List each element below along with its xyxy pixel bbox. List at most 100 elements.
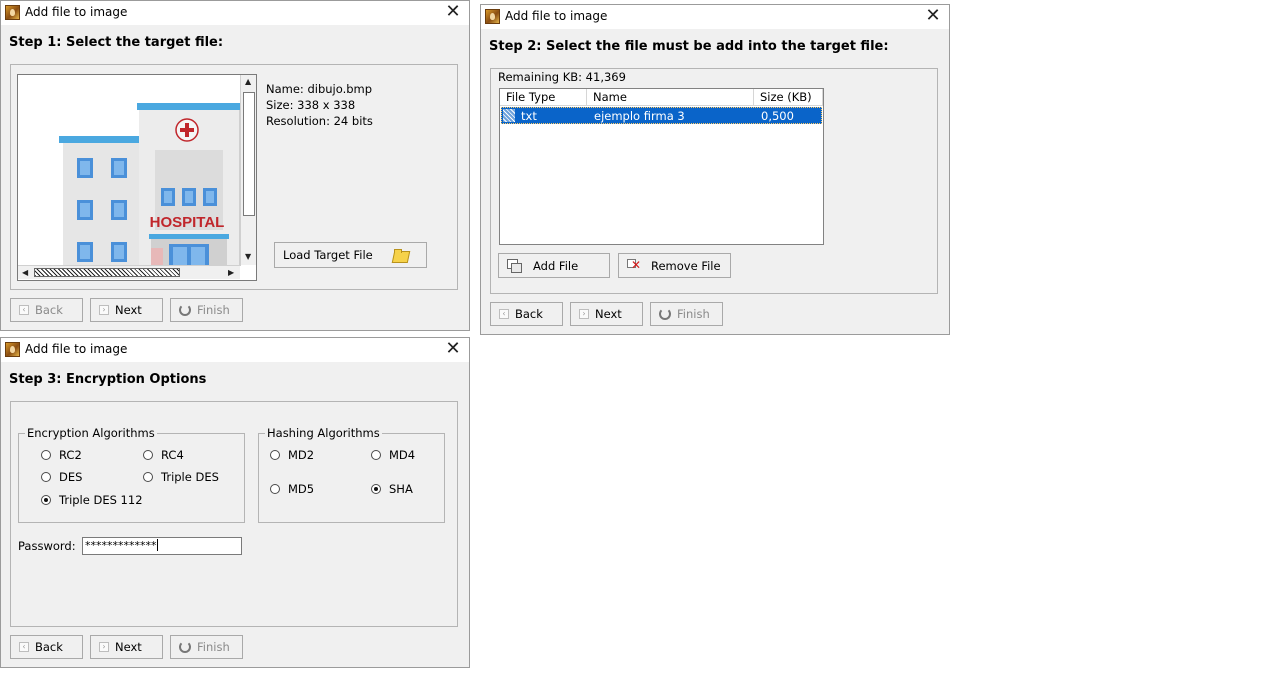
radio-circle-selected [41, 495, 51, 505]
hashing-algorithms-legend: Hashing Algorithms [267, 426, 380, 440]
window-title: Add file to image [25, 342, 128, 356]
radio-circle [41, 450, 51, 460]
finish-button[interactable]: Finish [170, 298, 243, 322]
next-arrow-icon: › [579, 309, 589, 319]
radio-label: SHA [389, 482, 413, 496]
finish-button[interactable]: Finish [170, 635, 243, 659]
load-target-file-button[interactable]: Load Target File [274, 242, 427, 268]
hospital-image: HOSPITAL [19, 76, 241, 266]
next-button[interactable]: › Next [90, 635, 163, 659]
next-button-label: Next [115, 303, 142, 317]
back-button[interactable]: ‹ Back [10, 635, 83, 659]
folder-icon [393, 249, 407, 261]
step-heading: Step 1: Select the target file: [9, 35, 224, 50]
refresh-icon [179, 641, 191, 653]
step-heading: Step 2: Select the file must be add into… [489, 39, 889, 54]
back-button[interactable]: ‹ Back [10, 298, 83, 322]
radio-circle [143, 450, 153, 460]
add-file-label: Add File [533, 258, 579, 273]
password-value: ************* [85, 539, 157, 552]
finish-button-label: Finish [677, 307, 710, 321]
radio-rc2[interactable]: RC2 [41, 448, 82, 462]
horizontal-scroll-thumb[interactable] [34, 268, 180, 277]
password-field[interactable]: ************* [82, 537, 242, 555]
file-type-icon [503, 109, 515, 122]
remove-file-button[interactable]: ✕ Remove File [618, 253, 731, 278]
next-arrow-icon: › [99, 642, 109, 652]
column-header-name[interactable]: Name [587, 89, 754, 106]
next-button[interactable]: › Next [90, 298, 163, 322]
step1-window: Add file to image ✕ Step 1: Select the t… [0, 0, 470, 331]
radio-circle [270, 484, 280, 494]
preview-horizontal-scrollbar[interactable]: ◀ ▶ [18, 265, 240, 279]
image-preview: HOSPITAL ▲ ▼ ◀ ▶ [17, 74, 257, 281]
radio-label: Triple DES [161, 470, 219, 484]
radio-md4[interactable]: MD4 [371, 448, 415, 462]
back-button-label: Back [35, 303, 63, 317]
radio-circle-selected [371, 484, 381, 494]
window-title: Add file to image [505, 9, 608, 23]
refresh-icon [179, 304, 191, 316]
title-bar: Add file to image ✕ [1, 338, 469, 362]
next-arrow-icon: › [99, 305, 109, 315]
column-header-file-type[interactable]: File Type [500, 89, 587, 106]
app-icon [485, 9, 500, 24]
radio-md5[interactable]: MD5 [270, 482, 314, 496]
add-file-button[interactable]: Add File [498, 253, 610, 278]
file-list[interactable]: File Type Name Size (KB) txt ejemplo fir… [499, 88, 824, 245]
row-file-type: txt [521, 109, 537, 123]
radio-circle [270, 450, 280, 460]
row-file-name: ejemplo firma 3 [594, 109, 685, 123]
back-arrow-icon: ‹ [499, 309, 509, 319]
step3-window: Add file to image ✕ Step 3: Encryption O… [0, 337, 470, 668]
radio-label: MD5 [288, 482, 315, 496]
step2-window: Add file to image ✕ Step 2: Select the f… [480, 4, 950, 335]
vertical-scroll-thumb[interactable] [243, 92, 255, 216]
radio-label: Triple DES 112 [59, 493, 143, 507]
next-button-label: Next [595, 307, 622, 321]
text-caret [156, 539, 158, 551]
radio-circle [371, 450, 381, 460]
close-icon[interactable]: ✕ [441, 1, 465, 24]
radio-rc4[interactable]: RC4 [143, 448, 184, 462]
encryption-algorithms-legend: Encryption Algorithms [27, 426, 155, 440]
radio-circle [143, 472, 153, 482]
radio-md2[interactable]: MD2 [270, 448, 314, 462]
back-button[interactable]: ‹ Back [490, 302, 563, 326]
radio-label: RC4 [161, 448, 184, 462]
back-arrow-icon: ‹ [19, 642, 29, 652]
radio-triple-des[interactable]: Triple DES [143, 470, 219, 484]
row-file-size: 0,500 [761, 109, 794, 123]
next-button-label: Next [115, 640, 142, 654]
back-button-label: Back [515, 307, 543, 321]
close-icon[interactable]: ✕ [441, 338, 465, 361]
app-icon [5, 5, 20, 20]
hospital-sign-text: HOSPITAL [150, 214, 225, 231]
close-icon[interactable]: ✕ [921, 5, 945, 28]
window-title: Add file to image [25, 5, 128, 19]
radio-triple-des-112[interactable]: Triple DES 112 [41, 493, 143, 507]
hashing-algorithms-group: Hashing Algorithms [258, 426, 445, 523]
preview-vertical-scrollbar[interactable]: ▲ ▼ [240, 75, 256, 265]
table-row[interactable]: txt ejemplo firma 3 0,500 [501, 107, 822, 124]
back-button-label: Back [35, 640, 63, 654]
password-label: Password: [18, 539, 76, 553]
column-header-size[interactable]: Size (KB) [754, 89, 823, 106]
file-resolution-label: Resolution: 24 bits [266, 114, 373, 128]
remove-file-label: Remove File [651, 258, 721, 273]
title-bar: Add file to image ✕ [1, 1, 469, 25]
radio-circle [41, 472, 51, 482]
radio-label: MD4 [389, 448, 416, 462]
finish-button-label: Finish [197, 640, 230, 654]
title-bar: Add file to image ✕ [481, 5, 949, 29]
radio-des[interactable]: DES [41, 470, 82, 484]
radio-sha[interactable]: SHA [371, 482, 413, 496]
file-size-label: Size: 338 x 338 [266, 98, 356, 112]
radio-label: RC2 [59, 448, 82, 462]
app-icon [5, 342, 20, 357]
step-heading: Step 3: Encryption Options [9, 372, 207, 387]
next-button[interactable]: › Next [570, 302, 643, 326]
add-file-icon [507, 259, 522, 273]
radio-label: DES [59, 470, 83, 484]
finish-button[interactable]: Finish [650, 302, 723, 326]
